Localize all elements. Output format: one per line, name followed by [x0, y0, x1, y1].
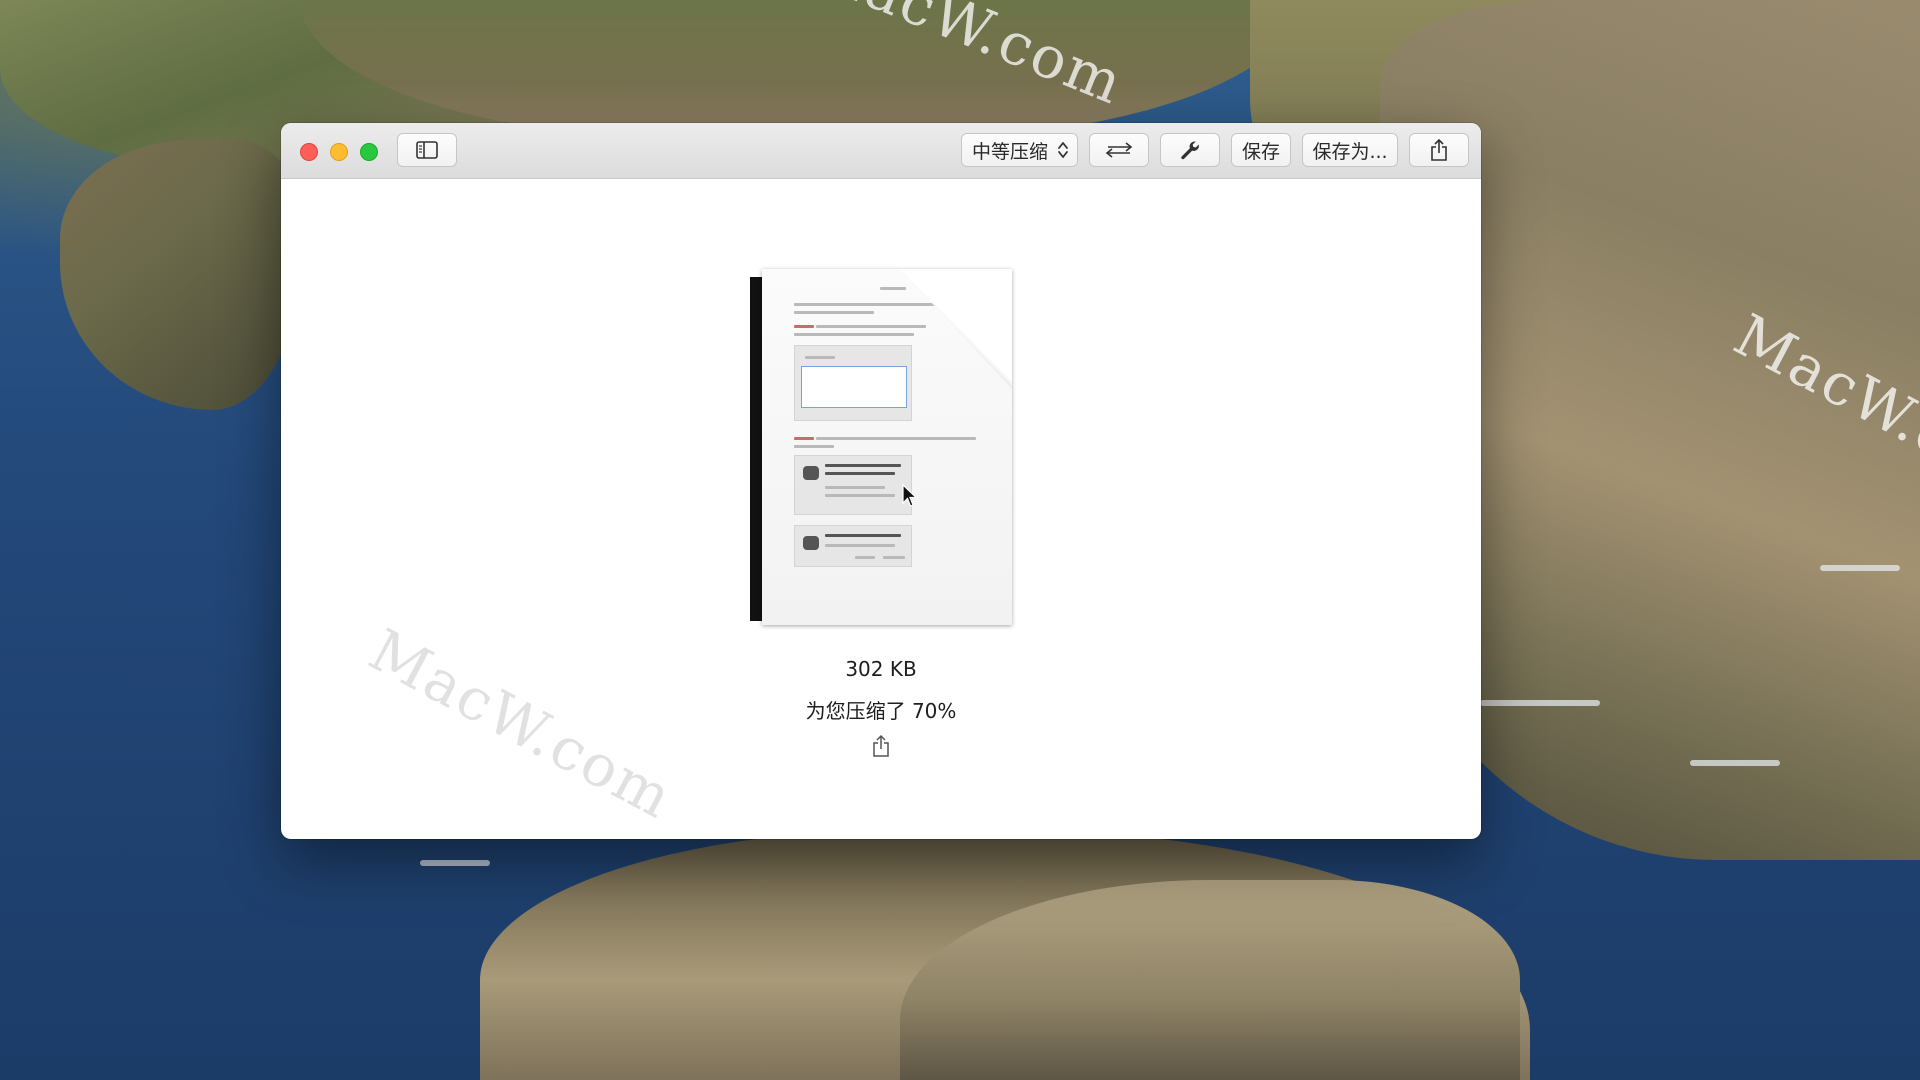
sidebar-toggle-icon [416, 141, 438, 159]
save-button[interactable]: 保存 [1231, 133, 1291, 167]
wallpaper-foam [1820, 565, 1900, 571]
document-screenshot-image [794, 455, 912, 515]
close-window-button[interactable] [300, 143, 318, 161]
wallpaper-land [60, 140, 300, 410]
sidebar-toggle-button[interactable] [397, 133, 457, 167]
tools-button[interactable] [1160, 133, 1220, 167]
wallpaper-foam [1480, 700, 1600, 706]
app-window: 中等压缩 保存 保存为... 302 KB 为您压缩了 70% [281, 123, 1481, 839]
swap-button[interactable] [1089, 133, 1149, 167]
share-button[interactable] [1409, 133, 1469, 167]
mouse-cursor-icon [902, 484, 918, 507]
window-toolbar: 中等压缩 保存 保存为... [281, 123, 1481, 179]
share-result-button[interactable] [869, 733, 893, 759]
save-as-button[interactable]: 保存为... [1302, 133, 1398, 167]
wrench-icon [1181, 141, 1199, 160]
share-icon [1431, 138, 1447, 161]
swap-arrows-icon [1105, 142, 1133, 158]
up-down-chevron-icon [1058, 142, 1068, 158]
document-binding [750, 277, 762, 621]
compression-level-select[interactable]: 中等压缩 [961, 133, 1078, 167]
wallpaper-foam [1690, 760, 1780, 766]
document-screenshot-image [794, 525, 912, 567]
compressed-document-thumbnail[interactable] [750, 269, 1012, 625]
wallpaper-foam [420, 860, 490, 866]
minimize-window-button[interactable] [330, 143, 348, 161]
page-curl [900, 269, 1012, 389]
compression-level-label: 中等压缩 [972, 140, 1049, 163]
window-content: 302 KB 为您压缩了 70% [281, 179, 1481, 839]
maximize-window-button[interactable] [360, 143, 378, 161]
document-screenshot-image [794, 345, 912, 421]
share-icon [873, 734, 889, 757]
document-page [762, 269, 1012, 625]
